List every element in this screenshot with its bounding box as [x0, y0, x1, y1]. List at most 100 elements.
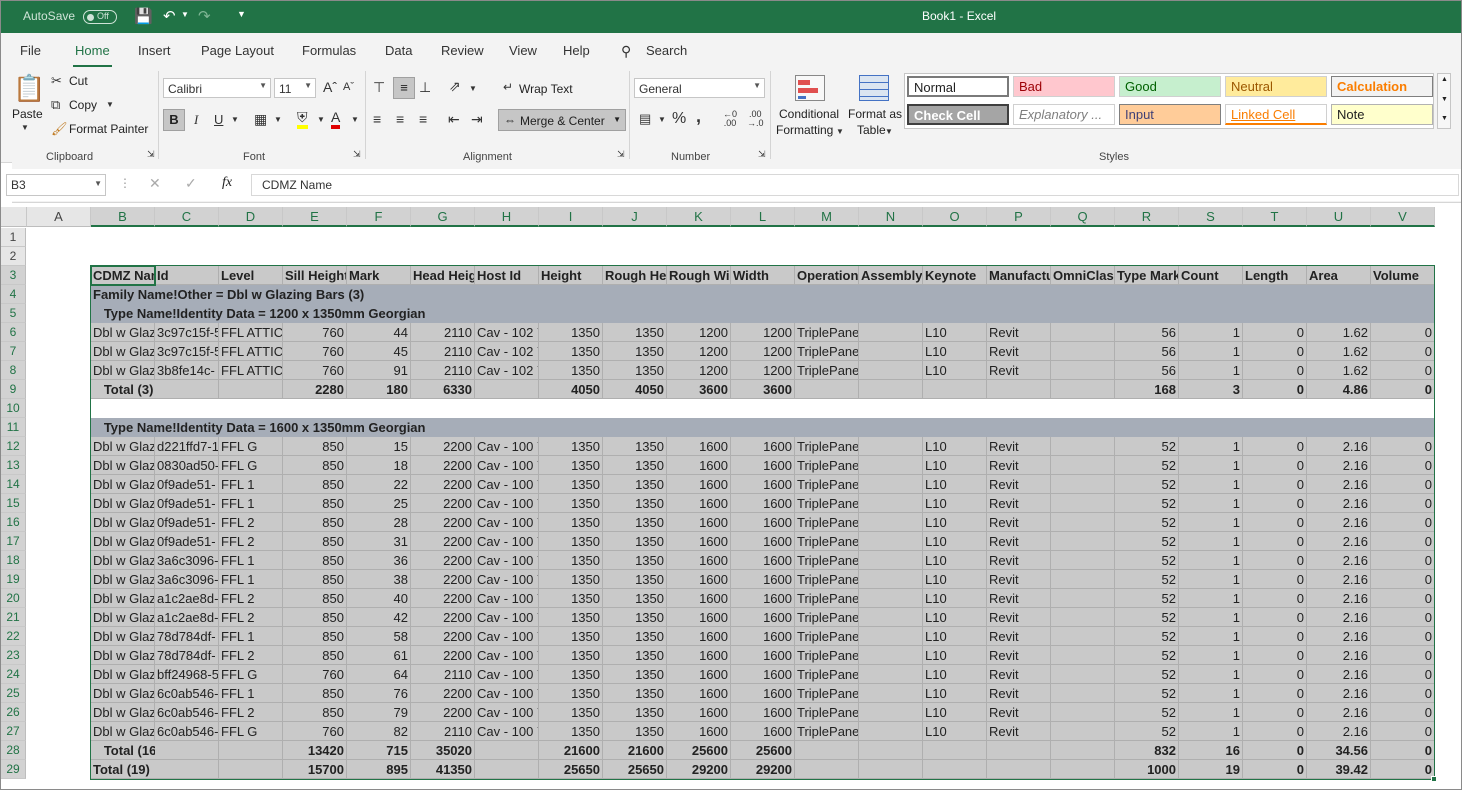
table-cell[interactable]: 760 — [283, 665, 347, 684]
table-cell[interactable]: 2.16 — [1307, 722, 1371, 741]
table-cell[interactable]: Revit — [987, 437, 1051, 456]
table-cell[interactable]: 0 — [1371, 437, 1435, 456]
table-cell[interactable]: 850 — [283, 494, 347, 513]
table-cell[interactable]: 0 — [1371, 323, 1435, 342]
column-header-o[interactable]: O — [923, 207, 987, 227]
table-cell[interactable]: Revit — [987, 722, 1051, 741]
table-cell[interactable]: FFL ATTIC — [219, 323, 283, 342]
table-cell[interactable]: FFL 2 — [219, 532, 283, 551]
table-cell[interactable]: L10 — [923, 551, 987, 570]
table-cell[interactable]: TriplePanelLeft — [795, 722, 859, 741]
tab-insert[interactable]: Insert — [138, 43, 171, 58]
table-cell[interactable]: 1350 — [603, 608, 667, 627]
table-cell[interactable]: 0 — [1371, 570, 1435, 589]
total-cell[interactable]: 0 — [1371, 741, 1435, 760]
total-cell[interactable] — [1051, 741, 1115, 760]
table-cell[interactable]: Revit — [987, 361, 1051, 380]
table-cell[interactable] — [1051, 437, 1115, 456]
font-launcher-icon[interactable]: ⇲ — [353, 149, 361, 160]
style-cell-note[interactable]: Note — [1331, 104, 1433, 125]
table-cell[interactable]: Dbl w Glazing Bars — [91, 589, 155, 608]
column-header-r[interactable]: R — [1115, 207, 1179, 227]
table-cell[interactable] — [1051, 722, 1115, 741]
table-cell[interactable]: 1600 — [731, 684, 795, 703]
table-cell[interactable]: Revit — [987, 551, 1051, 570]
table-cell[interactable]: 1.62 — [1307, 361, 1371, 380]
fill-color-dropdown-icon[interactable]: ▼ — [317, 115, 325, 124]
copy-icon[interactable]: ⧉ — [51, 97, 60, 113]
table-cell[interactable]: 44 — [347, 323, 411, 342]
borders-icon[interactable]: ▦ — [254, 111, 267, 128]
column-header-c[interactable]: C — [155, 207, 219, 227]
table-cell[interactable]: 0 — [1371, 361, 1435, 380]
table-cell[interactable]: TriplePanelLeft — [795, 323, 859, 342]
style-cell-good[interactable]: Good — [1119, 76, 1221, 97]
table-cell[interactable]: FFL G — [219, 665, 283, 684]
table-cell[interactable]: Dbl w Glazing Bars — [91, 665, 155, 684]
table-cell[interactable]: Revit — [987, 456, 1051, 475]
table-cell[interactable]: 3a6c3096- — [155, 551, 219, 570]
table-cell[interactable]: 1350 — [603, 570, 667, 589]
underline-button[interactable]: U — [214, 112, 223, 127]
table-cell[interactable]: 0 — [1243, 456, 1307, 475]
table-cell[interactable]: 1600 — [731, 703, 795, 722]
table-cell[interactable]: d221ffd7-1 — [155, 437, 219, 456]
table-cell[interactable]: 0 — [1243, 494, 1307, 513]
table-cell[interactable] — [859, 665, 923, 684]
column-header-b[interactable]: B — [91, 207, 155, 227]
total-cell[interactable]: 29200 — [667, 760, 731, 779]
table-cell[interactable]: 2200 — [411, 494, 475, 513]
table-cell[interactable]: L10 — [923, 627, 987, 646]
table-cell[interactable]: Dbl w Glazing Bars — [91, 608, 155, 627]
total-cell[interactable] — [219, 741, 283, 760]
table-cell[interactable]: 0 — [1371, 684, 1435, 703]
save-icon[interactable]: 💾 — [134, 7, 153, 25]
table-cell[interactable] — [1051, 475, 1115, 494]
table-cell[interactable]: 850 — [283, 475, 347, 494]
total-cell[interactable]: 0 — [1243, 741, 1307, 760]
table-cell[interactable]: 1 — [1179, 703, 1243, 722]
table-cell[interactable]: TriplePanelLeft — [795, 361, 859, 380]
table-cell[interactable]: TriplePanelLeft — [795, 494, 859, 513]
table-cell[interactable]: Dbl w Glazing Bars — [91, 551, 155, 570]
table-cell[interactable] — [859, 703, 923, 722]
table-cell[interactable]: Cav - 100 7 — [475, 570, 539, 589]
table-cell[interactable]: L10 — [923, 589, 987, 608]
table-cell[interactable]: Cav - 100 7 — [475, 551, 539, 570]
enter-icon[interactable]: ✓ — [185, 175, 197, 192]
table-cell[interactable]: 1 — [1179, 513, 1243, 532]
table-cell[interactable]: 1 — [1179, 361, 1243, 380]
table-cell[interactable]: 56 — [1115, 361, 1179, 380]
table-cell[interactable]: FFL 1 — [219, 627, 283, 646]
table-cell[interactable]: Dbl w Glazing Bars — [91, 532, 155, 551]
table-cell[interactable]: 52 — [1115, 589, 1179, 608]
total-cell[interactable]: 180 — [347, 380, 411, 399]
table-cell[interactable]: Cav - 100 7 — [475, 684, 539, 703]
table-cell[interactable]: L10 — [923, 323, 987, 342]
table-cell[interactable]: L10 — [923, 342, 987, 361]
number-launcher-icon[interactable]: ⇲ — [758, 149, 766, 160]
total-cell[interactable]: 4.86 — [1307, 380, 1371, 399]
table-cell[interactable]: Cav - 100 7 — [475, 513, 539, 532]
total-cell[interactable] — [475, 741, 539, 760]
style-cell-check-cell[interactable]: Check Cell — [907, 104, 1009, 125]
table-cell[interactable]: 78d784df- — [155, 646, 219, 665]
font-size-select[interactable]: 11 ▼ — [274, 78, 316, 98]
table-cell[interactable]: Dbl w Glazing Bars — [91, 342, 155, 361]
formula-input[interactable]: CDMZ Name — [251, 174, 1459, 196]
fill-color-icon[interactable]: ⛨ — [297, 109, 308, 129]
table-cell[interactable]: 0 — [1371, 494, 1435, 513]
customize-toolbar-icon[interactable]: ▼ — [237, 9, 246, 19]
total-cell[interactable] — [859, 380, 923, 399]
tab-view[interactable]: View — [509, 43, 537, 58]
table-cell[interactable]: Cav - 102 7 — [475, 342, 539, 361]
table-cell[interactable]: 1 — [1179, 589, 1243, 608]
table-cell[interactable]: Cav - 102 7 — [475, 323, 539, 342]
table-cell[interactable]: Dbl w Glazing Bars — [91, 627, 155, 646]
table-cell[interactable]: 2.16 — [1307, 475, 1371, 494]
table-cell[interactable]: L10 — [923, 722, 987, 741]
column-title-cell[interactable]: Id — [155, 266, 219, 285]
row-header-26[interactable]: 26 — [1, 703, 26, 722]
table-cell[interactable]: 52 — [1115, 684, 1179, 703]
table-cell[interactable]: TriplePanelLeft — [795, 551, 859, 570]
